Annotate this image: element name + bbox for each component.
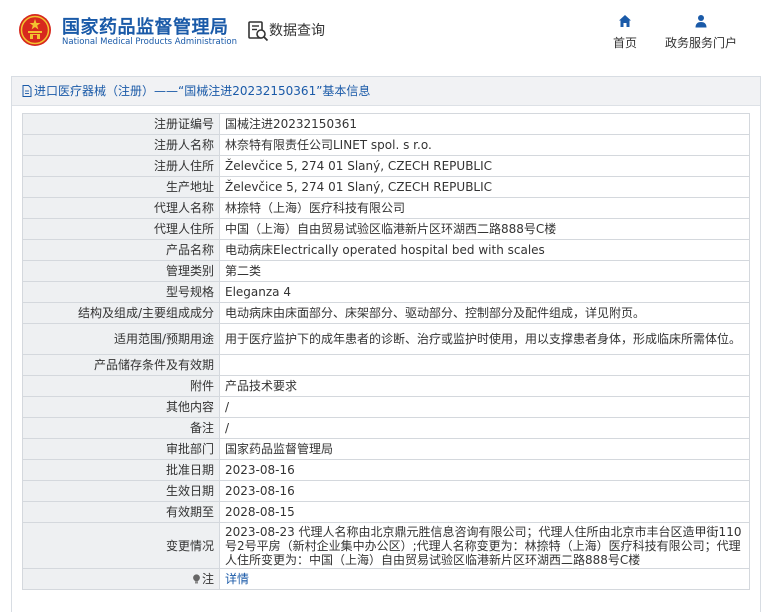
- field-label: 批准日期: [22, 459, 220, 481]
- data-query-label: 数据查询: [269, 23, 325, 39]
- field-label: 生效日期: [22, 480, 220, 502]
- details-link[interactable]: 详情: [225, 572, 249, 586]
- note-label: 注: [201, 572, 214, 586]
- field-label: 附件: [22, 375, 220, 397]
- field-value: Želevčice 5, 274 01 Slaný, CZECH REPUBLI…: [219, 176, 750, 198]
- field-value: 2023-08-16: [219, 480, 750, 502]
- field-value: 第二类: [219, 260, 750, 282]
- table-row: 产品名称 电动病床Electrically operated hospital b…: [22, 239, 750, 261]
- field-label: 变更情况: [22, 522, 220, 569]
- table-row: 审批部门 国家药品监督管理局: [22, 438, 750, 460]
- user-icon: [695, 15, 707, 28]
- table-row: 注册证编号 国械注进20232150361: [22, 113, 750, 135]
- site-subtitle: National Medical Products Administration: [62, 37, 237, 47]
- field-value: /: [219, 417, 750, 439]
- field-label: 备注: [22, 417, 220, 439]
- field-label: 产品名称: [22, 239, 220, 261]
- site-header: 国家药品监督管理局 National Medical Products Admi…: [0, 0, 761, 70]
- field-label: 管理类别: [22, 260, 220, 282]
- nav-home-link[interactable]: 首页: [604, 14, 646, 51]
- field-label: 适用范围/预期用途: [22, 323, 220, 355]
- field-label: 生产地址: [22, 176, 220, 198]
- field-value: 用于医疗监护下的成年患者的诊断、治疗或监护时使用，用以支撑患者身体，形成临床所需…: [219, 323, 750, 355]
- table-row: 注册人名称 林奈特有限责任公司LINET spol. s r.o.: [22, 134, 750, 156]
- field-label: 审批部门: [22, 438, 220, 460]
- field-label: 注册人名称: [22, 134, 220, 156]
- field-label: 有效期至: [22, 501, 220, 523]
- table-row: 注 详情: [22, 568, 750, 590]
- field-label: 其他内容: [22, 396, 220, 418]
- panel-title-bar: 进口医疗器械（注册）——“国械注进20232150361”基本信息: [12, 77, 760, 106]
- table-row: 管理类别 第二类: [22, 260, 750, 282]
- field-value: 电动病床Electrically operated hospital bed w…: [219, 239, 750, 261]
- field-label: 注册证编号: [22, 113, 220, 135]
- document-icon: [22, 85, 32, 97]
- field-label-note: 注: [22, 568, 220, 590]
- field-value: 林奈特有限责任公司LINET spol. s r.o.: [219, 134, 750, 156]
- field-value: [219, 354, 750, 376]
- table-row: 适用范围/预期用途 用于医疗监护下的成年患者的诊断、治疗或监护时使用，用以支撑患者…: [22, 323, 750, 355]
- device-info-table: 注册证编号 国械注进20232150361 注册人名称 林奈特有限责任公司LINET…: [22, 113, 750, 590]
- field-value: 2028-08-15: [219, 501, 750, 523]
- table-row: 结构及组成/主要组成成分 电动病床由床面部分、床架部分、驱动部分、控制部分及配件组…: [22, 302, 750, 324]
- table-row: 有效期至 2028-08-15: [22, 501, 750, 523]
- table-row: 批准日期 2023-08-16: [22, 459, 750, 481]
- field-value: 中国（上海）自由贸易试验区临港新片区环湖西二路888号C楼: [219, 218, 750, 240]
- field-value: 国械注进20232150361: [219, 113, 750, 135]
- field-value: 2023-08-23 代理人名称由北京鼎元胜信息咨询有限公司；代理人住所由北京市…: [219, 522, 750, 569]
- table-row: 其他内容 /: [22, 396, 750, 418]
- field-value: 产品技术要求: [219, 375, 750, 397]
- table-row: 备注 /: [22, 417, 750, 439]
- field-label: 代理人住所: [22, 218, 220, 240]
- field-label: 代理人名称: [22, 197, 220, 219]
- field-label: 注册人住所: [22, 155, 220, 177]
- nav-portal-label: 政务服务门户: [664, 36, 737, 50]
- site-title: 国家药品监督管理局: [62, 17, 229, 38]
- national-emblem-icon: [19, 14, 51, 46]
- field-value: /: [219, 396, 750, 418]
- home-icon: [619, 15, 631, 27]
- lightbulb-icon: [193, 574, 200, 584]
- field-value: 详情: [219, 568, 750, 590]
- table-row: 代理人住所 中国（上海）自由贸易试验区临港新片区环湖西二路888号C楼: [22, 218, 750, 240]
- table-row: 生产地址 Želevčice 5, 274 01 Slaný, CZECH REP…: [22, 176, 750, 198]
- field-value: 电动病床由床面部分、床架部分、驱动部分、控制部分及配件组成，详见附页。: [219, 302, 750, 324]
- field-value: Želevčice 5, 274 01 Slaný, CZECH REPUBLI…: [219, 155, 750, 177]
- panel-title: 进口医疗器械（注册）——“国械注进20232150361”基本信息: [34, 84, 371, 98]
- field-value: 2023-08-16: [219, 459, 750, 481]
- nav-service-portal-link[interactable]: 政务服务门户: [660, 14, 742, 51]
- field-value: 林捺特（上海）医疗科技有限公司: [219, 197, 750, 219]
- table-row: 变更情况 2023-08-23 代理人名称由北京鼎元胜信息咨询有限公司；代理人住所…: [22, 522, 750, 569]
- field-value: 国家药品监督管理局: [219, 438, 750, 460]
- table-row: 代理人名称 林捺特（上海）医疗科技有限公司: [22, 197, 750, 219]
- table-row: 型号规格 Eleganza 4: [22, 281, 750, 303]
- table-row: 附件 产品技术要求: [22, 375, 750, 397]
- table-row: 产品储存条件及有效期: [22, 354, 750, 376]
- table-row: 注册人住所 Želevčice 5, 274 01 Slaný, CZECH RE…: [22, 155, 750, 177]
- field-label: 结构及组成/主要组成成分: [22, 302, 220, 324]
- table-row: 生效日期 2023-08-16: [22, 480, 750, 502]
- detail-panel: 进口医疗器械（注册）——“国械注进20232150361”基本信息 注册证编号国…: [11, 76, 761, 612]
- data-query-icon: [248, 21, 269, 42]
- field-label: 型号规格: [22, 281, 220, 303]
- nav-home-label: 首页: [612, 36, 637, 50]
- field-label: 产品储存条件及有效期: [22, 354, 220, 376]
- field-value: Eleganza 4: [219, 281, 750, 303]
